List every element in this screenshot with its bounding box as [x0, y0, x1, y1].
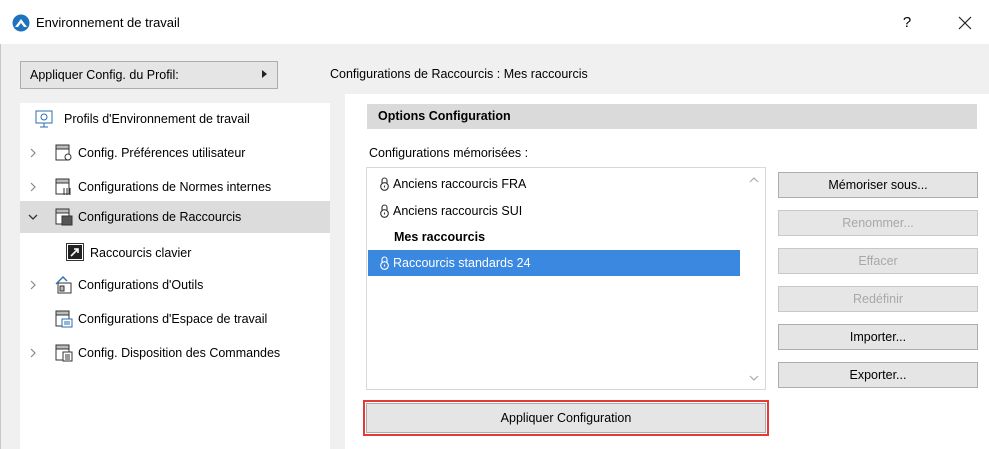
- saved-configs-list[interactable]: Anciens raccourcis FRA Anciens raccourci…: [366, 167, 766, 390]
- chevron-right-icon[interactable]: [28, 181, 38, 193]
- tree-item-company-standards[interactable]: Configurations de Normes internes: [20, 171, 330, 203]
- command-layout-icon: [55, 344, 73, 362]
- saved-configs-label: Configurations mémorisées :: [369, 146, 529, 160]
- list-item-label: Raccourcis standards 24: [393, 256, 531, 270]
- tree-item-workspace[interactable]: Configurations d'Espace de travail: [20, 303, 330, 335]
- lock-icon: [379, 204, 390, 218]
- save-as-button[interactable]: Mémoriser sous...: [778, 172, 978, 198]
- options-section-header: Options Configuration: [367, 104, 977, 129]
- tree-item-keyboard-shortcuts[interactable]: Raccourcis clavier: [20, 237, 330, 269]
- tree-item-label: Raccourcis clavier: [90, 246, 192, 260]
- chevron-right-icon[interactable]: [28, 279, 38, 291]
- tree-item-shortcuts-config[interactable]: Configurations de Raccourcis: [20, 201, 330, 233]
- tree-item-label: Profils d'Environnement de travail: [64, 112, 250, 126]
- list-item[interactable]: Raccourcis standards 24: [368, 250, 740, 276]
- tools-icon: [55, 276, 73, 294]
- shortcuts-config-icon: [55, 208, 73, 226]
- apply-profile-button[interactable]: Appliquer Config. du Profil:: [20, 61, 278, 89]
- close-icon: [958, 16, 972, 30]
- tree-item-label: Config. Préférences utilisateur: [78, 146, 246, 160]
- chevron-right-icon: [262, 70, 267, 78]
- list-item-label: Mes raccourcis: [394, 230, 486, 244]
- chevron-right-icon[interactable]: [28, 147, 38, 159]
- lock-icon: [379, 177, 390, 191]
- help-button[interactable]: ?: [895, 12, 919, 34]
- tree-item-command-layout[interactable]: Config. Disposition des Commandes: [20, 337, 330, 369]
- window-title: Environnement de travail: [36, 15, 180, 30]
- list-item-label: Anciens raccourcis FRA: [393, 177, 527, 191]
- user-preferences-icon: [55, 144, 73, 162]
- chevron-down-icon[interactable]: [28, 211, 38, 223]
- tree-item-label: Configurations de Normes internes: [78, 180, 272, 194]
- list-item[interactable]: Mes raccourcis: [368, 224, 740, 250]
- apply-profile-label: Appliquer Config. du Profil:: [30, 68, 179, 82]
- tree-item-label: Configurations d'Outils: [78, 278, 204, 292]
- tree-item-label: Configurations de Raccourcis: [78, 210, 242, 224]
- export-button[interactable]: Exporter...: [778, 362, 978, 388]
- import-button[interactable]: Importer...: [778, 324, 978, 350]
- company-standards-icon: [55, 178, 73, 196]
- rename-button[interactable]: Renommer...: [778, 210, 978, 236]
- lock-icon: [379, 256, 390, 270]
- redefine-button[interactable]: Redéfinir: [778, 286, 978, 312]
- list-item[interactable]: Anciens raccourcis SUI: [368, 198, 740, 224]
- profiles-icon: [35, 110, 53, 128]
- apply-configuration-button[interactable]: Appliquer Configuration: [363, 400, 769, 436]
- app-logo-icon: [12, 14, 30, 32]
- tree-item-label: Configurations d'Espace de travail: [78, 312, 268, 326]
- delete-button[interactable]: Effacer: [778, 248, 978, 274]
- config-title: Configurations de Raccourcis : Mes racco…: [330, 67, 588, 81]
- tree-item-tools[interactable]: Configurations d'Outils: [20, 269, 330, 301]
- keyboard-shortcut-icon: [66, 243, 84, 261]
- title-bar: Environnement de travail ?: [0, 0, 989, 44]
- chevron-right-icon[interactable]: [28, 347, 38, 359]
- section-title: Options Configuration: [378, 109, 511, 123]
- tree-item-user-preferences[interactable]: Config. Préférences utilisateur: [20, 137, 330, 169]
- list-item-label: Anciens raccourcis SUI: [393, 204, 523, 218]
- scroll-down-arrow-icon[interactable]: [748, 372, 760, 382]
- scroll-up-arrow-icon[interactable]: [748, 174, 760, 184]
- workspace-icon: [55, 310, 73, 328]
- list-item[interactable]: Anciens raccourcis FRA: [368, 171, 740, 197]
- tree-item-label: Config. Disposition des Commandes: [78, 346, 281, 360]
- settings-tree: Profils d'Environnement de travail Confi…: [20, 103, 330, 449]
- tree-item-profiles[interactable]: Profils d'Environnement de travail: [20, 103, 330, 135]
- close-button[interactable]: [950, 11, 980, 35]
